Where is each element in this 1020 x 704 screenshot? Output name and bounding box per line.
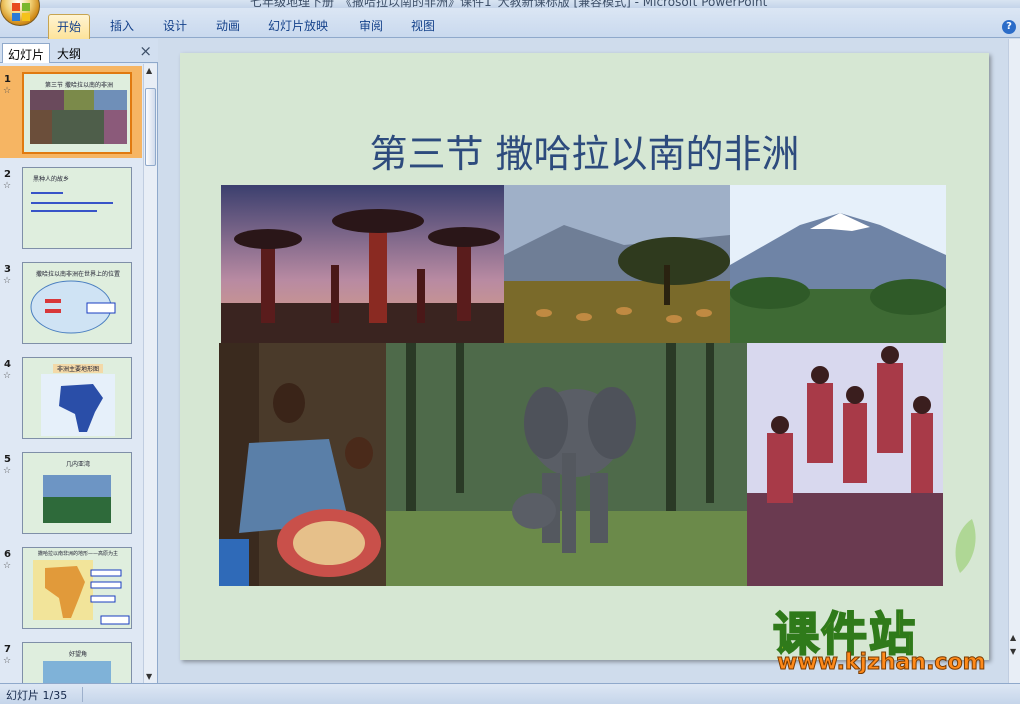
slide-number: 5 (4, 454, 11, 465)
thumbnail-line (31, 202, 113, 204)
animation-star-icon: ☆ (3, 181, 12, 191)
tab-animations[interactable]: 动画 (216, 17, 240, 34)
thumbnail-photo (43, 475, 111, 523)
woman-weaving-basket-photo[interactable] (219, 343, 386, 586)
thumbnail-image: 第三节 撒哈拉以南的非洲 (22, 72, 132, 154)
tab-slideshow[interactable]: 幻灯片放映 (268, 17, 328, 34)
slide-thumbnail[interactable]: 5 ☆ 几内亚湾 (0, 446, 142, 538)
slide-number: 4 (4, 359, 11, 370)
thumbnail-map (30, 280, 116, 334)
slide-number: 7 (4, 644, 11, 655)
quick-access-toolbar[interactable] (48, 0, 108, 8)
close-icon[interactable]: × (139, 42, 152, 60)
slide-counter: 幻灯片 1/35 (6, 689, 68, 702)
thumbnail-line (31, 192, 63, 194)
thumbnail-image: 非洲主要地形图 (22, 357, 132, 439)
current-slide[interactable]: 第三节 撒哈拉以南的非洲 (180, 53, 989, 660)
thumbnail-terrain-map (33, 560, 130, 625)
scroll-next-slide-icon[interactable]: ▼ (1010, 647, 1016, 656)
pane-scrollbar[interactable]: ▲ ▼ (143, 64, 157, 683)
help-icon[interactable]: ? (1002, 20, 1016, 34)
thumbnail-line (31, 210, 97, 212)
powerpoint-window: 七年级地理下册_《撒哈拉以南的非洲》课件1_大教新课标版 [兼容模式] - Mi… (0, 0, 1020, 704)
slide-number: 3 (4, 264, 11, 275)
tab-design[interactable]: 设计 (163, 17, 187, 34)
scroll-thumb[interactable] (145, 88, 156, 166)
thumbnail-photos (30, 90, 127, 144)
elephants-in-forest-photo[interactable] (386, 343, 748, 586)
slide-number: 2 (4, 169, 11, 180)
thumbnail-image: 好望角 (22, 642, 132, 683)
slide-thumbnail[interactable]: 6 ☆ 撒哈拉以南非洲的地形——高原为主 (0, 541, 142, 633)
animation-star-icon: ☆ (3, 561, 12, 571)
thumbnail-image: 撒哈拉以南非洲的地形——高原为主 (22, 547, 132, 629)
slide-number: 1 (4, 74, 11, 85)
window-title: 七年级地理下册_《撒哈拉以南的非洲》课件1_大教新课标版 [兼容模式] - Mi… (250, 0, 768, 8)
kilimanjaro-photo[interactable] (730, 185, 946, 343)
animation-star-icon: ☆ (3, 276, 12, 286)
thumbnail-image: 黑种人的故乡 (22, 167, 132, 249)
scroll-up-icon[interactable]: ▲ (146, 66, 152, 75)
slide-thumbnail[interactable]: 3 ☆ 撒哈拉以南非洲在世界上的位置 (0, 256, 142, 348)
office-logo-icon (12, 3, 30, 21)
slide-thumbnail[interactable]: 1 ☆ 第三节 撒哈拉以南的非洲 (0, 66, 142, 158)
watermark-url: www.kjzhan.com (777, 650, 987, 676)
pane-tabs: 幻灯片 大纲 × (0, 39, 158, 63)
leaf-icon (955, 519, 976, 573)
animation-star-icon: ☆ (3, 371, 12, 381)
baobab-photo[interactable] (221, 185, 504, 343)
thumbnail-africa-map (41, 374, 115, 436)
title-bar: 七年级地理下册_《撒哈拉以南的非洲》课件1_大教新课标版 [兼容模式] - Mi… (0, 0, 1020, 8)
scroll-prev-slide-icon[interactable]: ▲ (1010, 633, 1016, 642)
animation-star-icon: ☆ (3, 466, 12, 476)
slides-pane: 幻灯片 大纲 × 1 ☆ 第三节 撒哈拉以南的非洲 2 ☆ 黑种人的故乡 3 ☆… (0, 39, 158, 683)
thumbnail-title: 黑种人的故乡 (33, 176, 70, 183)
animation-star-icon: ☆ (3, 656, 12, 666)
tab-home[interactable]: 开始 (48, 14, 90, 39)
tab-slides[interactable]: 幻灯片 (2, 43, 51, 63)
slide-number: 6 (4, 549, 11, 560)
tab-outline[interactable]: 大纲 (52, 43, 86, 63)
thumbnail-image: 几内亚湾 (22, 452, 132, 534)
status-bar: 幻灯片 1/35 (0, 683, 1020, 704)
ribbon-tabs: 开始 插入 设计 动画 幻灯片放映 审阅 视图 ? (0, 8, 1020, 39)
slide-thumbnail[interactable]: 4 ☆ 非洲主要地形图 (0, 351, 142, 443)
watermark-logo: 课件站 www.kjzhan.com (771, 600, 1005, 680)
slide-thumbnail[interactable]: 7 ☆ 好望角 (0, 636, 142, 683)
status-separator (82, 687, 83, 702)
maasai-dancers-photo[interactable] (747, 343, 943, 586)
editor-scrollbar[interactable]: ▲ ▼ (1008, 39, 1020, 683)
thumbnail-image: 撒哈拉以南非洲在世界上的位置 (22, 262, 132, 344)
savanna-antelope-photo[interactable] (504, 185, 730, 343)
scroll-down-icon[interactable]: ▼ (146, 672, 152, 681)
slide-title[interactable]: 第三节 撒哈拉以南的非洲 (180, 123, 989, 178)
tab-view[interactable]: 视图 (411, 17, 435, 34)
tab-insert[interactable]: 插入 (110, 17, 134, 34)
tab-review[interactable]: 审阅 (359, 17, 383, 34)
thumbnail-list: 1 ☆ 第三节 撒哈拉以南的非洲 2 ☆ 黑种人的故乡 3 ☆ 撒哈拉以南非洲在… (0, 64, 142, 683)
animation-star-icon: ☆ (3, 86, 12, 96)
slide-editor: 第三节 撒哈拉以南的非洲 ▲ ▼ (159, 39, 1020, 683)
slide-thumbnail[interactable]: 2 ☆ 黑种人的故乡 (0, 161, 142, 253)
thumbnail-photo (43, 661, 111, 683)
